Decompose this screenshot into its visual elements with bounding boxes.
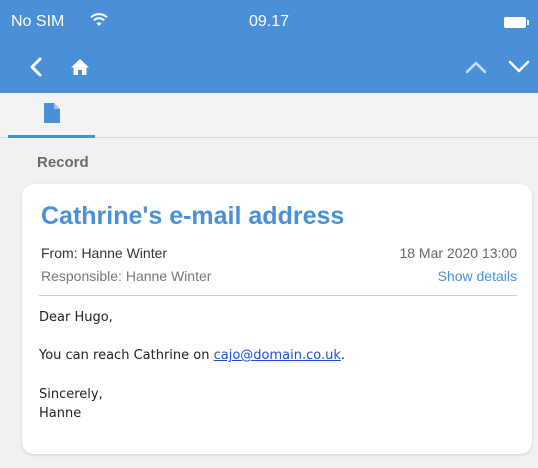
tab-bar	[0, 93, 538, 138]
from-label: From: Hanne Winter	[41, 245, 168, 261]
record-date: 18 Mar 2020 13:00	[399, 245, 517, 261]
chevron-up-icon[interactable]	[462, 53, 490, 81]
section-label: Record	[37, 154, 89, 171]
email-link[interactable]: cajo@domain.co.uk	[214, 348, 341, 363]
responsible-label: Responsible: Hanne Winter	[41, 268, 212, 284]
document-icon	[44, 103, 60, 123]
home-icon[interactable]	[66, 53, 94, 81]
tab-document[interactable]	[8, 93, 95, 138]
chevron-down-icon[interactable]	[505, 53, 533, 81]
nav-bar	[0, 40, 538, 93]
tab-active-indicator	[8, 135, 95, 138]
status-time: 09.17	[248, 13, 290, 30]
body-line-suffix: .	[340, 348, 346, 363]
body-line-prefix: You can reach Cathrine on	[39, 348, 214, 363]
record-title: Cathrine's e-mail address	[41, 202, 345, 230]
show-details-link[interactable]: Show details	[438, 268, 517, 284]
signature: Hanne	[39, 406, 82, 421]
closing: Sincerely,	[39, 387, 103, 402]
record-card: Cathrine's e-mail address From: Hanne Wi…	[22, 184, 532, 454]
battery-icon	[504, 17, 529, 28]
greeting: Dear Hugo,	[39, 310, 113, 325]
status-bar: No SIM 09.17	[0, 0, 538, 40]
back-chevron-icon[interactable]	[22, 53, 50, 81]
divider	[39, 295, 517, 296]
body-line: You can reach Cathrine on cajo@domain.co…	[39, 348, 345, 363]
